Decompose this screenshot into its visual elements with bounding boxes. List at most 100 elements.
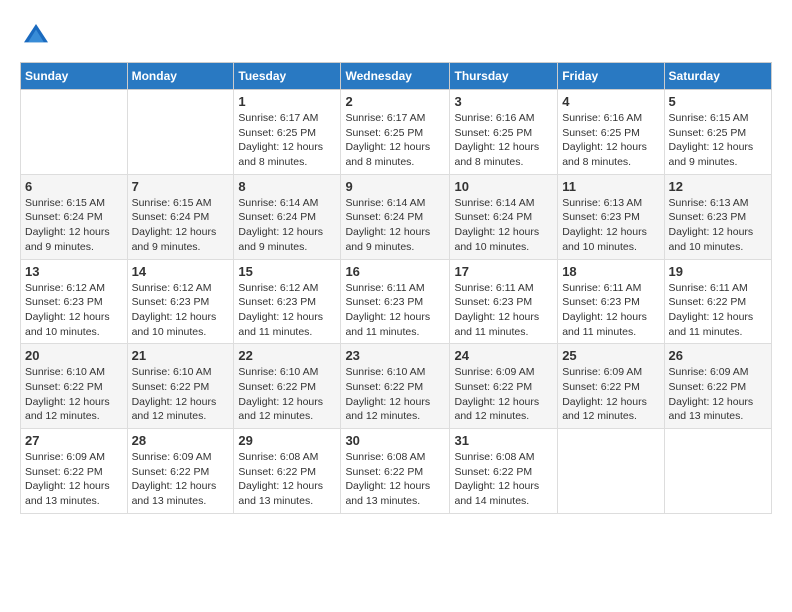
calendar-cell: 17Sunrise: 6:11 AM Sunset: 6:23 PM Dayli…: [450, 259, 558, 344]
weekday-header: Thursday: [450, 63, 558, 90]
calendar-cell: 12Sunrise: 6:13 AM Sunset: 6:23 PM Dayli…: [664, 174, 771, 259]
calendar-cell: 4 Sunrise: 6:16 AM Sunset: 6:25 PM Daylig…: [558, 90, 664, 175]
weekday-header: Monday: [127, 63, 234, 90]
calendar-cell: 19 Sunrise: 6:11 AM Sunset: 6:22 PM Dayli…: [664, 259, 771, 344]
day-number: 13: [25, 264, 123, 279]
day-info: Sunrise: 6:09 AM Sunset: 6:22 PM Dayligh…: [562, 365, 659, 424]
day-info: Sunrise: 6:12 AM Sunset: 6:23 PM Dayligh…: [25, 281, 123, 340]
calendar-cell: 30 Sunrise: 6:08 AM Sunset: 6:22 PM Dayli…: [341, 429, 450, 514]
day-info: Sunrise: 6:10 AM Sunset: 6:22 PM Dayligh…: [25, 365, 123, 424]
day-number: 7: [132, 179, 230, 194]
day-info: Sunrise: 6:11 AM Sunset: 6:23 PM Dayligh…: [562, 281, 659, 340]
day-info: Sunrise: 6:15 AM Sunset: 6:25 PM Dayligh…: [669, 111, 767, 170]
day-info: Sunrise: 6:11 AM Sunset: 6:22 PM Dayligh…: [669, 281, 767, 340]
calendar-cell: 8 Sunrise: 6:14 AM Sunset: 6:24 PM Daylig…: [234, 174, 341, 259]
day-info: Sunrise: 6:10 AM Sunset: 6:22 PM Dayligh…: [345, 365, 445, 424]
calendar-cell: 23 Sunrise: 6:10 AM Sunset: 6:22 PM Dayli…: [341, 344, 450, 429]
day-info: Sunrise: 6:08 AM Sunset: 6:22 PM Dayligh…: [454, 450, 553, 509]
day-info: Sunrise: 6:13 AM Sunset: 6:23 PM Dayligh…: [562, 196, 659, 255]
calendar-cell: 25Sunrise: 6:09 AM Sunset: 6:22 PM Dayli…: [558, 344, 664, 429]
day-info: Sunrise: 6:16 AM Sunset: 6:25 PM Dayligh…: [562, 111, 659, 170]
weekday-header: Tuesday: [234, 63, 341, 90]
calendar-cell: [21, 90, 128, 175]
calendar-cell: 6Sunrise: 6:15 AM Sunset: 6:24 PM Daylig…: [21, 174, 128, 259]
logo-icon: [20, 20, 52, 52]
calendar-cell: 16 Sunrise: 6:11 AM Sunset: 6:23 PM Dayli…: [341, 259, 450, 344]
day-number: 10: [454, 179, 553, 194]
day-info: Sunrise: 6:14 AM Sunset: 6:24 PM Dayligh…: [345, 196, 445, 255]
day-number: 16: [345, 264, 445, 279]
day-number: 22: [238, 348, 336, 363]
calendar-cell: 21 Sunrise: 6:10 AM Sunset: 6:22 PM Dayli…: [127, 344, 234, 429]
calendar-cell: 10 Sunrise: 6:14 AM Sunset: 6:24 PM Dayli…: [450, 174, 558, 259]
day-number: 1: [238, 94, 336, 109]
calendar-cell: 3 Sunrise: 6:16 AM Sunset: 6:25 PM Daylig…: [450, 90, 558, 175]
day-info: Sunrise: 6:12 AM Sunset: 6:23 PM Dayligh…: [132, 281, 230, 340]
day-number: 20: [25, 348, 123, 363]
calendar-cell: 9 Sunrise: 6:14 AM Sunset: 6:24 PM Daylig…: [341, 174, 450, 259]
calendar-header: SundayMondayTuesdayWednesdayThursdayFrid…: [21, 63, 772, 90]
day-number: 4: [562, 94, 659, 109]
day-info: Sunrise: 6:17 AM Sunset: 6:25 PM Dayligh…: [345, 111, 445, 170]
calendar-cell: [558, 429, 664, 514]
calendar-week: 1 Sunrise: 6:17 AM Sunset: 6:25 PM Daylig…: [21, 90, 772, 175]
day-info: Sunrise: 6:14 AM Sunset: 6:24 PM Dayligh…: [238, 196, 336, 255]
calendar-cell: 5 Sunrise: 6:15 AM Sunset: 6:25 PM Daylig…: [664, 90, 771, 175]
calendar-cell: 22Sunrise: 6:10 AM Sunset: 6:22 PM Dayli…: [234, 344, 341, 429]
calendar-cell: 2Sunrise: 6:17 AM Sunset: 6:25 PM Daylig…: [341, 90, 450, 175]
calendar-cell: 14 Sunrise: 6:12 AM Sunset: 6:23 PM Dayli…: [127, 259, 234, 344]
calendar-cell: 29 Sunrise: 6:08 AM Sunset: 6:22 PM Dayli…: [234, 429, 341, 514]
calendar-week: 6Sunrise: 6:15 AM Sunset: 6:24 PM Daylig…: [21, 174, 772, 259]
weekday-header: Sunday: [21, 63, 128, 90]
calendar-cell: 15Sunrise: 6:12 AM Sunset: 6:23 PM Dayli…: [234, 259, 341, 344]
day-number: 19: [669, 264, 767, 279]
day-number: 28: [132, 433, 230, 448]
calendar-cell: 20 Sunrise: 6:10 AM Sunset: 6:22 PM Dayli…: [21, 344, 128, 429]
day-info: Sunrise: 6:09 AM Sunset: 6:22 PM Dayligh…: [454, 365, 553, 424]
calendar-cell: [664, 429, 771, 514]
day-info: Sunrise: 6:08 AM Sunset: 6:22 PM Dayligh…: [238, 450, 336, 509]
day-number: 27: [25, 433, 123, 448]
day-info: Sunrise: 6:11 AM Sunset: 6:23 PM Dayligh…: [345, 281, 445, 340]
day-number: 26: [669, 348, 767, 363]
page-header: [20, 20, 772, 52]
day-number: 14: [132, 264, 230, 279]
day-info: Sunrise: 6:10 AM Sunset: 6:22 PM Dayligh…: [132, 365, 230, 424]
day-info: Sunrise: 6:09 AM Sunset: 6:22 PM Dayligh…: [669, 365, 767, 424]
calendar-cell: 11Sunrise: 6:13 AM Sunset: 6:23 PM Dayli…: [558, 174, 664, 259]
day-info: Sunrise: 6:09 AM Sunset: 6:22 PM Dayligh…: [25, 450, 123, 509]
calendar-cell: 31Sunrise: 6:08 AM Sunset: 6:22 PM Dayli…: [450, 429, 558, 514]
calendar-cell: 24 Sunrise: 6:09 AM Sunset: 6:22 PM Dayli…: [450, 344, 558, 429]
calendar-week: 27 Sunrise: 6:09 AM Sunset: 6:22 PM Dayli…: [21, 429, 772, 514]
day-info: Sunrise: 6:17 AM Sunset: 6:25 PM Dayligh…: [238, 111, 336, 170]
weekday-header: Saturday: [664, 63, 771, 90]
day-number: 9: [345, 179, 445, 194]
calendar-cell: 1 Sunrise: 6:17 AM Sunset: 6:25 PM Daylig…: [234, 90, 341, 175]
calendar-cell: 13 Sunrise: 6:12 AM Sunset: 6:23 PM Dayli…: [21, 259, 128, 344]
calendar-cell: 7 Sunrise: 6:15 AM Sunset: 6:24 PM Daylig…: [127, 174, 234, 259]
day-number: 3: [454, 94, 553, 109]
day-info: Sunrise: 6:15 AM Sunset: 6:24 PM Dayligh…: [132, 196, 230, 255]
day-info: Sunrise: 6:15 AM Sunset: 6:24 PM Dayligh…: [25, 196, 123, 255]
calendar-body: 1 Sunrise: 6:17 AM Sunset: 6:25 PM Daylig…: [21, 90, 772, 514]
day-info: Sunrise: 6:13 AM Sunset: 6:23 PM Dayligh…: [669, 196, 767, 255]
calendar-cell: 27 Sunrise: 6:09 AM Sunset: 6:22 PM Dayli…: [21, 429, 128, 514]
day-number: 30: [345, 433, 445, 448]
day-info: Sunrise: 6:16 AM Sunset: 6:25 PM Dayligh…: [454, 111, 553, 170]
day-number: 18: [562, 264, 659, 279]
day-number: 5: [669, 94, 767, 109]
day-number: 23: [345, 348, 445, 363]
day-info: Sunrise: 6:14 AM Sunset: 6:24 PM Dayligh…: [454, 196, 553, 255]
day-info: Sunrise: 6:11 AM Sunset: 6:23 PM Dayligh…: [454, 281, 553, 340]
day-number: 8: [238, 179, 336, 194]
day-info: Sunrise: 6:08 AM Sunset: 6:22 PM Dayligh…: [345, 450, 445, 509]
logo: [20, 20, 56, 52]
calendar-week: 13 Sunrise: 6:12 AM Sunset: 6:23 PM Dayli…: [21, 259, 772, 344]
day-number: 21: [132, 348, 230, 363]
calendar: SundayMondayTuesdayWednesdayThursdayFrid…: [20, 62, 772, 514]
weekday-header: Wednesday: [341, 63, 450, 90]
calendar-cell: 28Sunrise: 6:09 AM Sunset: 6:22 PM Dayli…: [127, 429, 234, 514]
day-number: 24: [454, 348, 553, 363]
calendar-week: 20 Sunrise: 6:10 AM Sunset: 6:22 PM Dayli…: [21, 344, 772, 429]
day-number: 29: [238, 433, 336, 448]
